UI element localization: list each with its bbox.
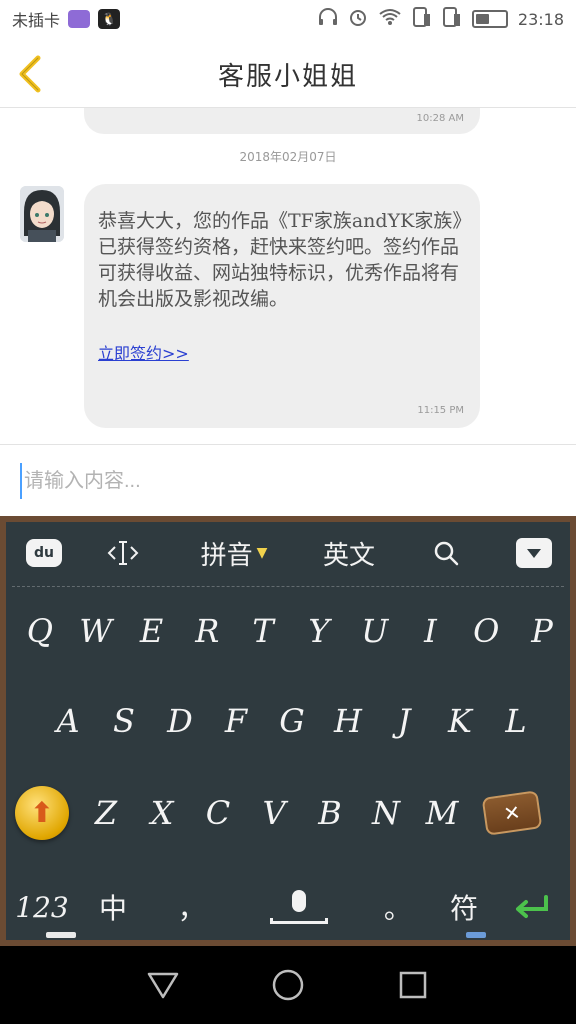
delete-key[interactable]: ✕	[470, 770, 554, 856]
message-bubble: 恭喜大大，您的作品《TF家族andYK家族》已获得签约资格，赶快来签约吧。签约作…	[84, 184, 480, 428]
date-separator: 2018年02月07日	[239, 150, 337, 164]
key-w[interactable]: W	[68, 588, 124, 674]
status-left: 未插卡 🐧	[12, 7, 121, 31]
recents-square-icon	[400, 971, 427, 999]
nav-recents-button[interactable]	[388, 960, 438, 1010]
key-e[interactable]: E	[124, 588, 180, 674]
cursor-move-icon	[107, 541, 139, 565]
chat-header: 客服小姐姐	[0, 38, 576, 108]
key-k[interactable]: K	[432, 678, 488, 764]
key-q[interactable]: Q	[12, 588, 68, 674]
chalk-decoration-blue	[466, 932, 486, 938]
key-v[interactable]: V	[246, 770, 302, 856]
sim-1-icon	[412, 6, 432, 32]
key-t[interactable]: T	[235, 588, 291, 674]
pinyin-mode-button[interactable]: 拼音 ▼	[164, 522, 304, 584]
carrier-label: 未插卡	[12, 11, 61, 30]
alarm-icon	[348, 7, 368, 31]
key-d[interactable]: D	[152, 678, 208, 764]
avatar-image	[20, 186, 64, 242]
key-c[interactable]: C	[190, 770, 246, 856]
key-row-bottom: 123 中 ， 。 符	[6, 862, 570, 952]
ime-keyboard: du 拼音 ▼ 英文 Q W E R T Y U I O P A S D F G…	[0, 516, 576, 946]
dropdown-caret-icon: ▼	[256, 545, 268, 561]
key-i[interactable]: I	[403, 588, 459, 674]
ime-logo-button[interactable]: du	[6, 522, 82, 584]
enter-arrow-icon	[516, 895, 549, 918]
page-title: 客服小姐姐	[217, 62, 358, 92]
sim-2-icon	[442, 6, 462, 32]
cursor-control-button[interactable]	[82, 522, 164, 584]
back-triangle-icon	[147, 972, 178, 999]
previous-message-bubble: 10:28 AM	[84, 108, 480, 134]
key-n[interactable]: N	[358, 770, 414, 856]
english-mode-button[interactable]: 英文	[304, 522, 394, 584]
keyboard-hide-icon	[516, 538, 552, 568]
key-row-1: Q W E R T Y U I O P	[6, 586, 570, 676]
key-r[interactable]: R	[179, 588, 235, 674]
chinese-toggle-key[interactable]: 中	[78, 867, 148, 947]
previous-message-time: 10:28 AM	[416, 113, 464, 124]
headphones-icon	[318, 8, 338, 30]
key-y[interactable]: Y	[291, 588, 347, 674]
battery-icon	[471, 10, 508, 28]
keyboard-toolbar: du 拼音 ▼ 英文	[6, 522, 570, 584]
qq-notification-icon: 🐧	[98, 9, 121, 29]
input-row	[0, 444, 576, 516]
space-bar-icon	[269, 918, 328, 924]
key-o[interactable]: O	[458, 588, 514, 674]
key-z[interactable]: Z	[78, 770, 134, 856]
backspace-icon: ✕	[481, 790, 543, 836]
key-row-2: A S D F G H J K L	[6, 676, 570, 766]
nav-back-button[interactable]	[138, 960, 188, 1010]
avatar[interactable]	[20, 186, 64, 242]
shift-key[interactable]: ⬆	[6, 770, 78, 856]
app-notification-icon	[68, 10, 91, 28]
key-a[interactable]: A	[40, 678, 96, 764]
key-u[interactable]: U	[347, 588, 403, 674]
system-nav-bar	[0, 946, 576, 1024]
nav-home-button[interactable]	[263, 960, 313, 1010]
search-icon	[434, 541, 459, 566]
key-x[interactable]: X	[134, 770, 190, 856]
microphone-icon	[291, 890, 306, 912]
key-m[interactable]: M	[414, 770, 470, 856]
enter-key[interactable]	[494, 867, 570, 947]
du-logo-icon: du	[26, 539, 62, 567]
wifi-icon	[378, 8, 402, 30]
shift-arrow-icon: ⬆	[15, 786, 69, 840]
key-h[interactable]: H	[320, 678, 376, 764]
key-b[interactable]: B	[302, 770, 358, 856]
sign-now-link[interactable]: 立即签约>>	[98, 340, 189, 364]
message-text: 恭喜大大，您的作品《TF家族andYK家族》已获得签约资格，赶快来签约吧。签约作…	[98, 210, 462, 310]
period-key[interactable]: 。	[362, 867, 434, 947]
key-l[interactable]: L	[488, 678, 544, 764]
status-time: 23:18	[517, 9, 564, 29]
chalk-decoration	[46, 932, 76, 938]
key-g[interactable]: G	[264, 678, 320, 764]
status-right: 23:18	[318, 6, 564, 32]
chat-area[interactable]: 10:28 AM 2018年02月07日 恭喜大大，您的作品《TF家族andYK…	[0, 108, 576, 444]
key-f[interactable]: F	[208, 678, 264, 764]
home-circle-icon	[272, 969, 304, 1001]
hide-keyboard-button[interactable]	[498, 522, 570, 584]
key-s[interactable]: S	[96, 678, 152, 764]
key-row-3: ⬆ Z X C V B N M ✕	[6, 768, 570, 858]
space-key[interactable]	[235, 867, 361, 947]
message-time: 11:15 PM	[417, 405, 464, 416]
comma-key[interactable]: ，	[148, 867, 236, 947]
message-input[interactable]	[20, 463, 556, 499]
keyboard-search-button[interactable]	[394, 522, 498, 584]
key-p[interactable]: P	[514, 588, 570, 674]
key-j[interactable]: J	[376, 678, 432, 764]
pinyin-label: 拼音	[200, 540, 253, 571]
battery-fill	[475, 14, 489, 24]
status-bar: 未插卡 🐧 23:18	[0, 0, 576, 38]
english-label: 英文	[322, 540, 375, 571]
